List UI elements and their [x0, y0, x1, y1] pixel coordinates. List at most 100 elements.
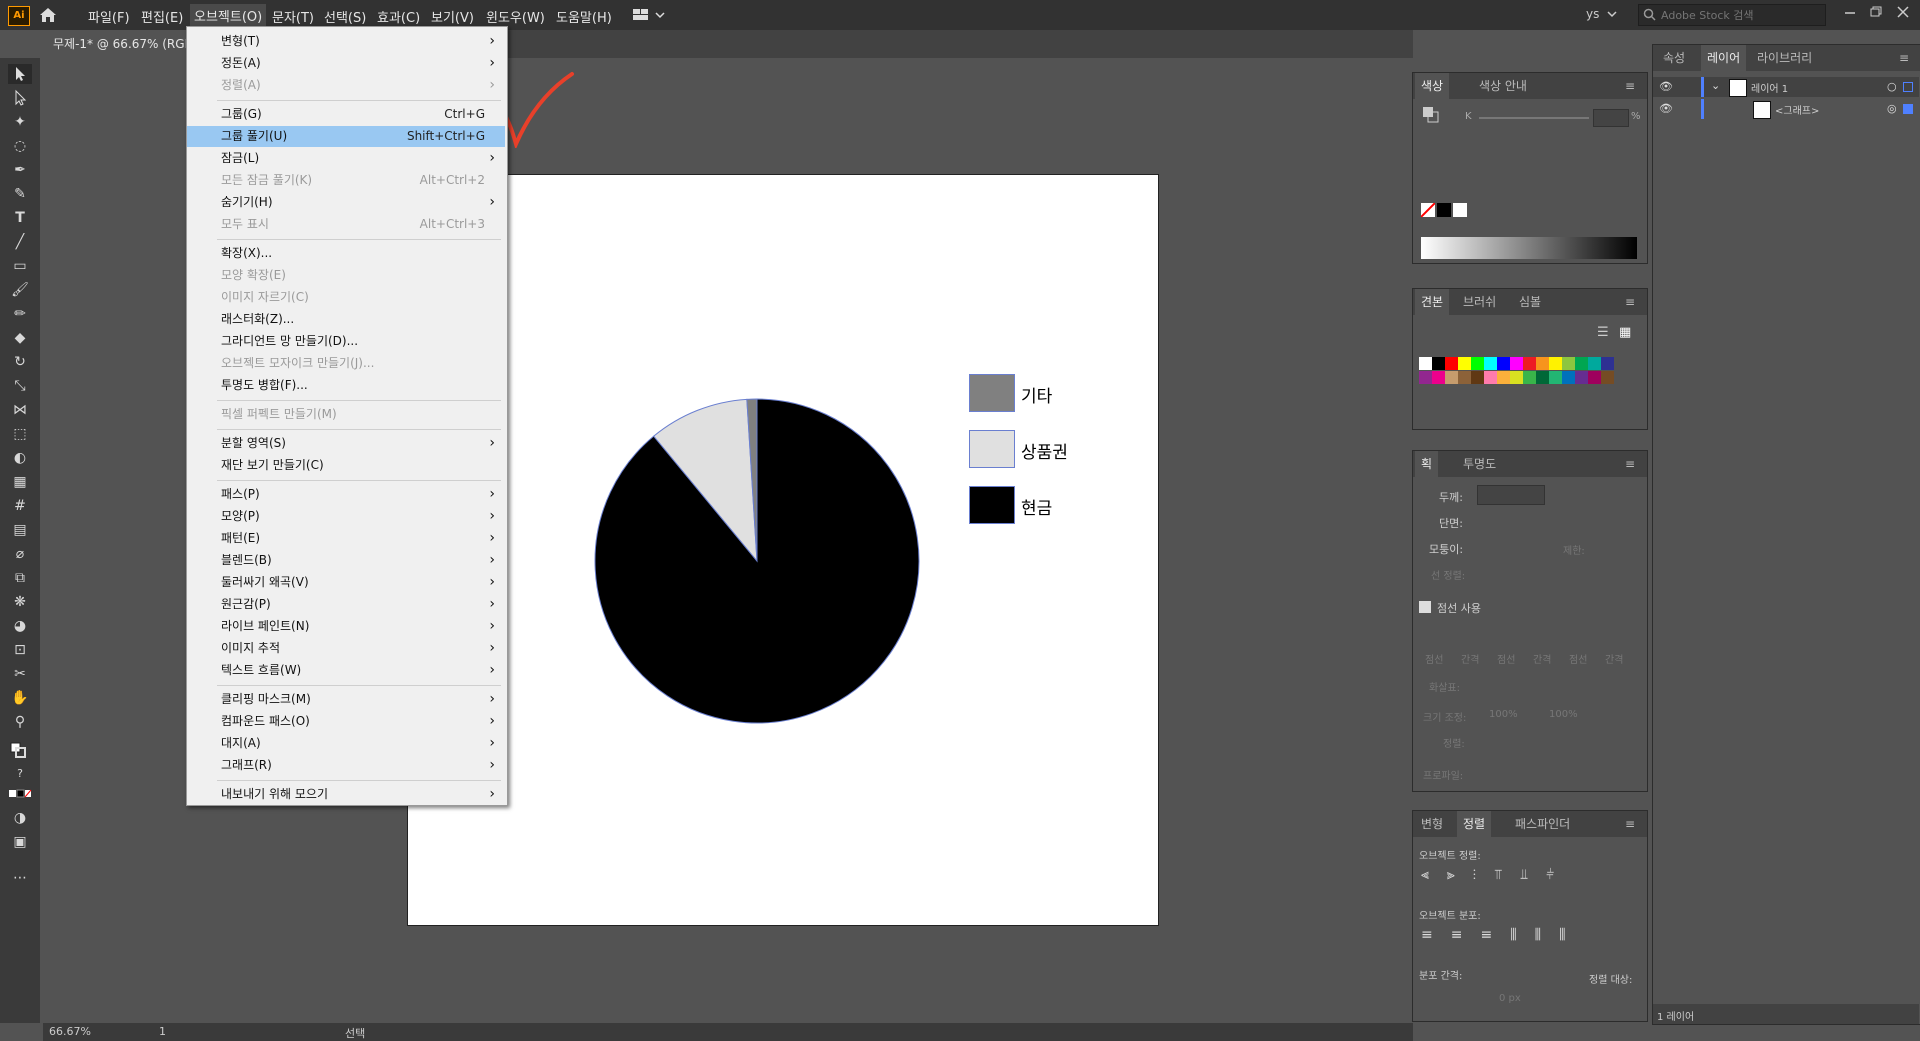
object-menu-item[interactable]: 텍스트 흐름(W) ›	[187, 660, 505, 681]
color-swatch[interactable]	[1471, 371, 1484, 384]
unknown-fill-icon[interactable]: ?	[8, 764, 32, 784]
color-swatch[interactable]	[1458, 371, 1471, 384]
color-swatch[interactable]	[1536, 357, 1549, 370]
object-menu-item[interactable]: 재단 보기 만들기(C)	[187, 455, 505, 476]
selection-indicator[interactable]	[1903, 104, 1913, 114]
menu-select[interactable]: 선택(S)	[324, 7, 366, 26]
draw-mode-icon[interactable]: ◑	[8, 808, 32, 828]
color-swatch[interactable]	[1549, 371, 1562, 384]
artboard-tool[interactable]: ⊡	[8, 640, 32, 660]
color-swatch[interactable]	[1562, 357, 1575, 370]
align-buttons-row[interactable]: ⫷⫸⫶⫪⫫⫩	[1421, 867, 1572, 883]
object-menu-item[interactable]: 모양(P) ›	[187, 506, 505, 527]
object-menu-item[interactable]: 컴파운드 패스(O) ›	[187, 711, 505, 732]
color-swatch[interactable]	[1510, 357, 1523, 370]
selection-tool[interactable]	[8, 64, 32, 84]
object-menu-item[interactable]: 라이브 페인트(N) ›	[187, 616, 505, 637]
layer-name[interactable]: 레이어 1	[1751, 80, 1788, 95]
layer-row[interactable]: 👁 ⌄ 레이어 1 ○	[1653, 77, 1919, 97]
color-swatch[interactable]	[1588, 357, 1601, 370]
color-swatch[interactable]	[1419, 357, 1432, 370]
color-swatch[interactable]	[1458, 357, 1471, 370]
pen-tool[interactable]: ✒	[8, 160, 32, 180]
document-tab[interactable]: 무제-1* @ 66.67% (RGB	[43, 30, 203, 58]
color-swatch[interactable]	[1549, 357, 1562, 370]
eraser-tool[interactable]: ◆	[8, 328, 32, 348]
fill-stroke-swatch-icon[interactable]	[8, 740, 32, 760]
menu-help[interactable]: 도움말(H)	[556, 7, 612, 26]
none-swatch-icon[interactable]	[1421, 203, 1435, 217]
color-swatch[interactable]	[1601, 357, 1614, 370]
panel-menu-icon[interactable]: ≡	[1625, 457, 1635, 471]
home-icon[interactable]	[38, 5, 58, 25]
color-swatch[interactable]	[1497, 357, 1510, 370]
tab-libraries[interactable]: 라이브러리	[1751, 45, 1818, 71]
object-menu-item[interactable]: 그래프(R) ›	[187, 755, 505, 776]
expand-chevron-icon[interactable]: ⌄	[1711, 79, 1720, 92]
white-swatch[interactable]	[1453, 203, 1467, 217]
perspective-grid-tool[interactable]: ▦	[8, 472, 32, 492]
object-menu-item[interactable]: 변형(T) ›	[187, 31, 505, 52]
symbol-sprayer-tool[interactable]: ❋	[8, 592, 32, 612]
scale-start-value[interactable]: 100%	[1489, 709, 1518, 720]
tab-transform[interactable]: 변형	[1415, 811, 1449, 837]
black-swatch[interactable]	[1437, 203, 1451, 217]
menu-view[interactable]: 보기(V)	[431, 7, 474, 26]
user-name[interactable]: ys	[1586, 7, 1599, 21]
tab-layers[interactable]: 레이어	[1701, 45, 1747, 71]
color-swatch[interactable]	[1484, 371, 1497, 384]
mesh-tool[interactable]: #	[8, 496, 32, 516]
color-spectrum-bar[interactable]	[1421, 237, 1637, 259]
eye-icon[interactable]: 👁	[1659, 102, 1673, 115]
color-swatch[interactable]	[1445, 371, 1458, 384]
menu-effect[interactable]: 효과(C)	[377, 7, 420, 26]
object-menu-item[interactable]: 확장(X)...	[187, 243, 505, 264]
paintbrush-tool[interactable]: 🖌	[8, 280, 32, 300]
object-menu-item[interactable]: 패턴(E) ›	[187, 528, 505, 549]
rectangle-tool[interactable]: ▭	[8, 256, 32, 276]
object-menu-item[interactable]: 정돈(A) ›	[187, 53, 505, 74]
menu-type[interactable]: 문자(T)	[272, 7, 314, 26]
tab-swatches[interactable]: 견본	[1415, 289, 1450, 315]
target-icon[interactable]: ○	[1887, 80, 1897, 93]
color-swatch[interactable]	[1575, 357, 1588, 370]
object-menu-item[interactable]: 블렌드(B) ›	[187, 550, 505, 571]
stock-search-input[interactable]	[1659, 6, 1823, 24]
color-swatch[interactable]	[1523, 357, 1536, 370]
k-value-input[interactable]	[1593, 109, 1629, 127]
tab-align[interactable]: 정렬	[1457, 811, 1492, 837]
color-swatch[interactable]	[1497, 371, 1510, 384]
width-tool[interactable]: ⋈	[8, 400, 32, 420]
gradient-tool[interactable]: ▤	[8, 520, 32, 540]
menu-window[interactable]: 윈도우(W)	[486, 7, 545, 26]
line-tool[interactable]: ╱	[8, 232, 32, 252]
hand-tool[interactable]: ✋	[8, 688, 32, 708]
stroke-weight-input[interactable]	[1477, 485, 1545, 505]
color-swatch[interactable]	[1484, 357, 1497, 370]
object-menu-item[interactable]: 그룹(G) Ctrl+G	[187, 104, 505, 125]
shape-builder-tool[interactable]: ◐	[8, 448, 32, 468]
minimize-button[interactable]	[1840, 4, 1860, 20]
object-menu-item[interactable]: 원근감(P) ›	[187, 594, 505, 615]
tab-properties[interactable]: 속성	[1657, 45, 1691, 71]
sublayer-row[interactable]: 👁 <그래프> ◎	[1653, 99, 1919, 119]
panel-menu-icon[interactable]: ≡	[1899, 51, 1909, 65]
color-swatch[interactable]	[1562, 371, 1575, 384]
menu-edit[interactable]: 편집(E)	[141, 7, 183, 26]
magic-wand-tool[interactable]: ✦	[8, 112, 32, 132]
color-swatch[interactable]	[1601, 371, 1614, 384]
tab-color[interactable]: 색상	[1415, 73, 1450, 99]
swatch-grid[interactable]	[1419, 357, 1619, 409]
object-menu-item[interactable]: 그라디언트 망 만들기(D)...	[187, 331, 505, 352]
eyedropper-tool[interactable]: ⌀	[8, 544, 32, 564]
artboard-number[interactable]: 1	[159, 1025, 166, 1038]
zoom-tool[interactable]: ⚲	[8, 712, 32, 732]
menu-object[interactable]: 오브젝트(O)	[190, 4, 267, 27]
rotate-tool[interactable]: ↻	[8, 352, 32, 372]
color-swatch[interactable]	[1432, 371, 1445, 384]
eye-icon[interactable]: 👁	[1659, 80, 1673, 93]
color-swatch[interactable]	[1510, 371, 1523, 384]
pie-chart[interactable]	[592, 396, 922, 726]
restore-button[interactable]	[1866, 4, 1886, 20]
shaper-tool[interactable]: ✏	[8, 304, 32, 324]
